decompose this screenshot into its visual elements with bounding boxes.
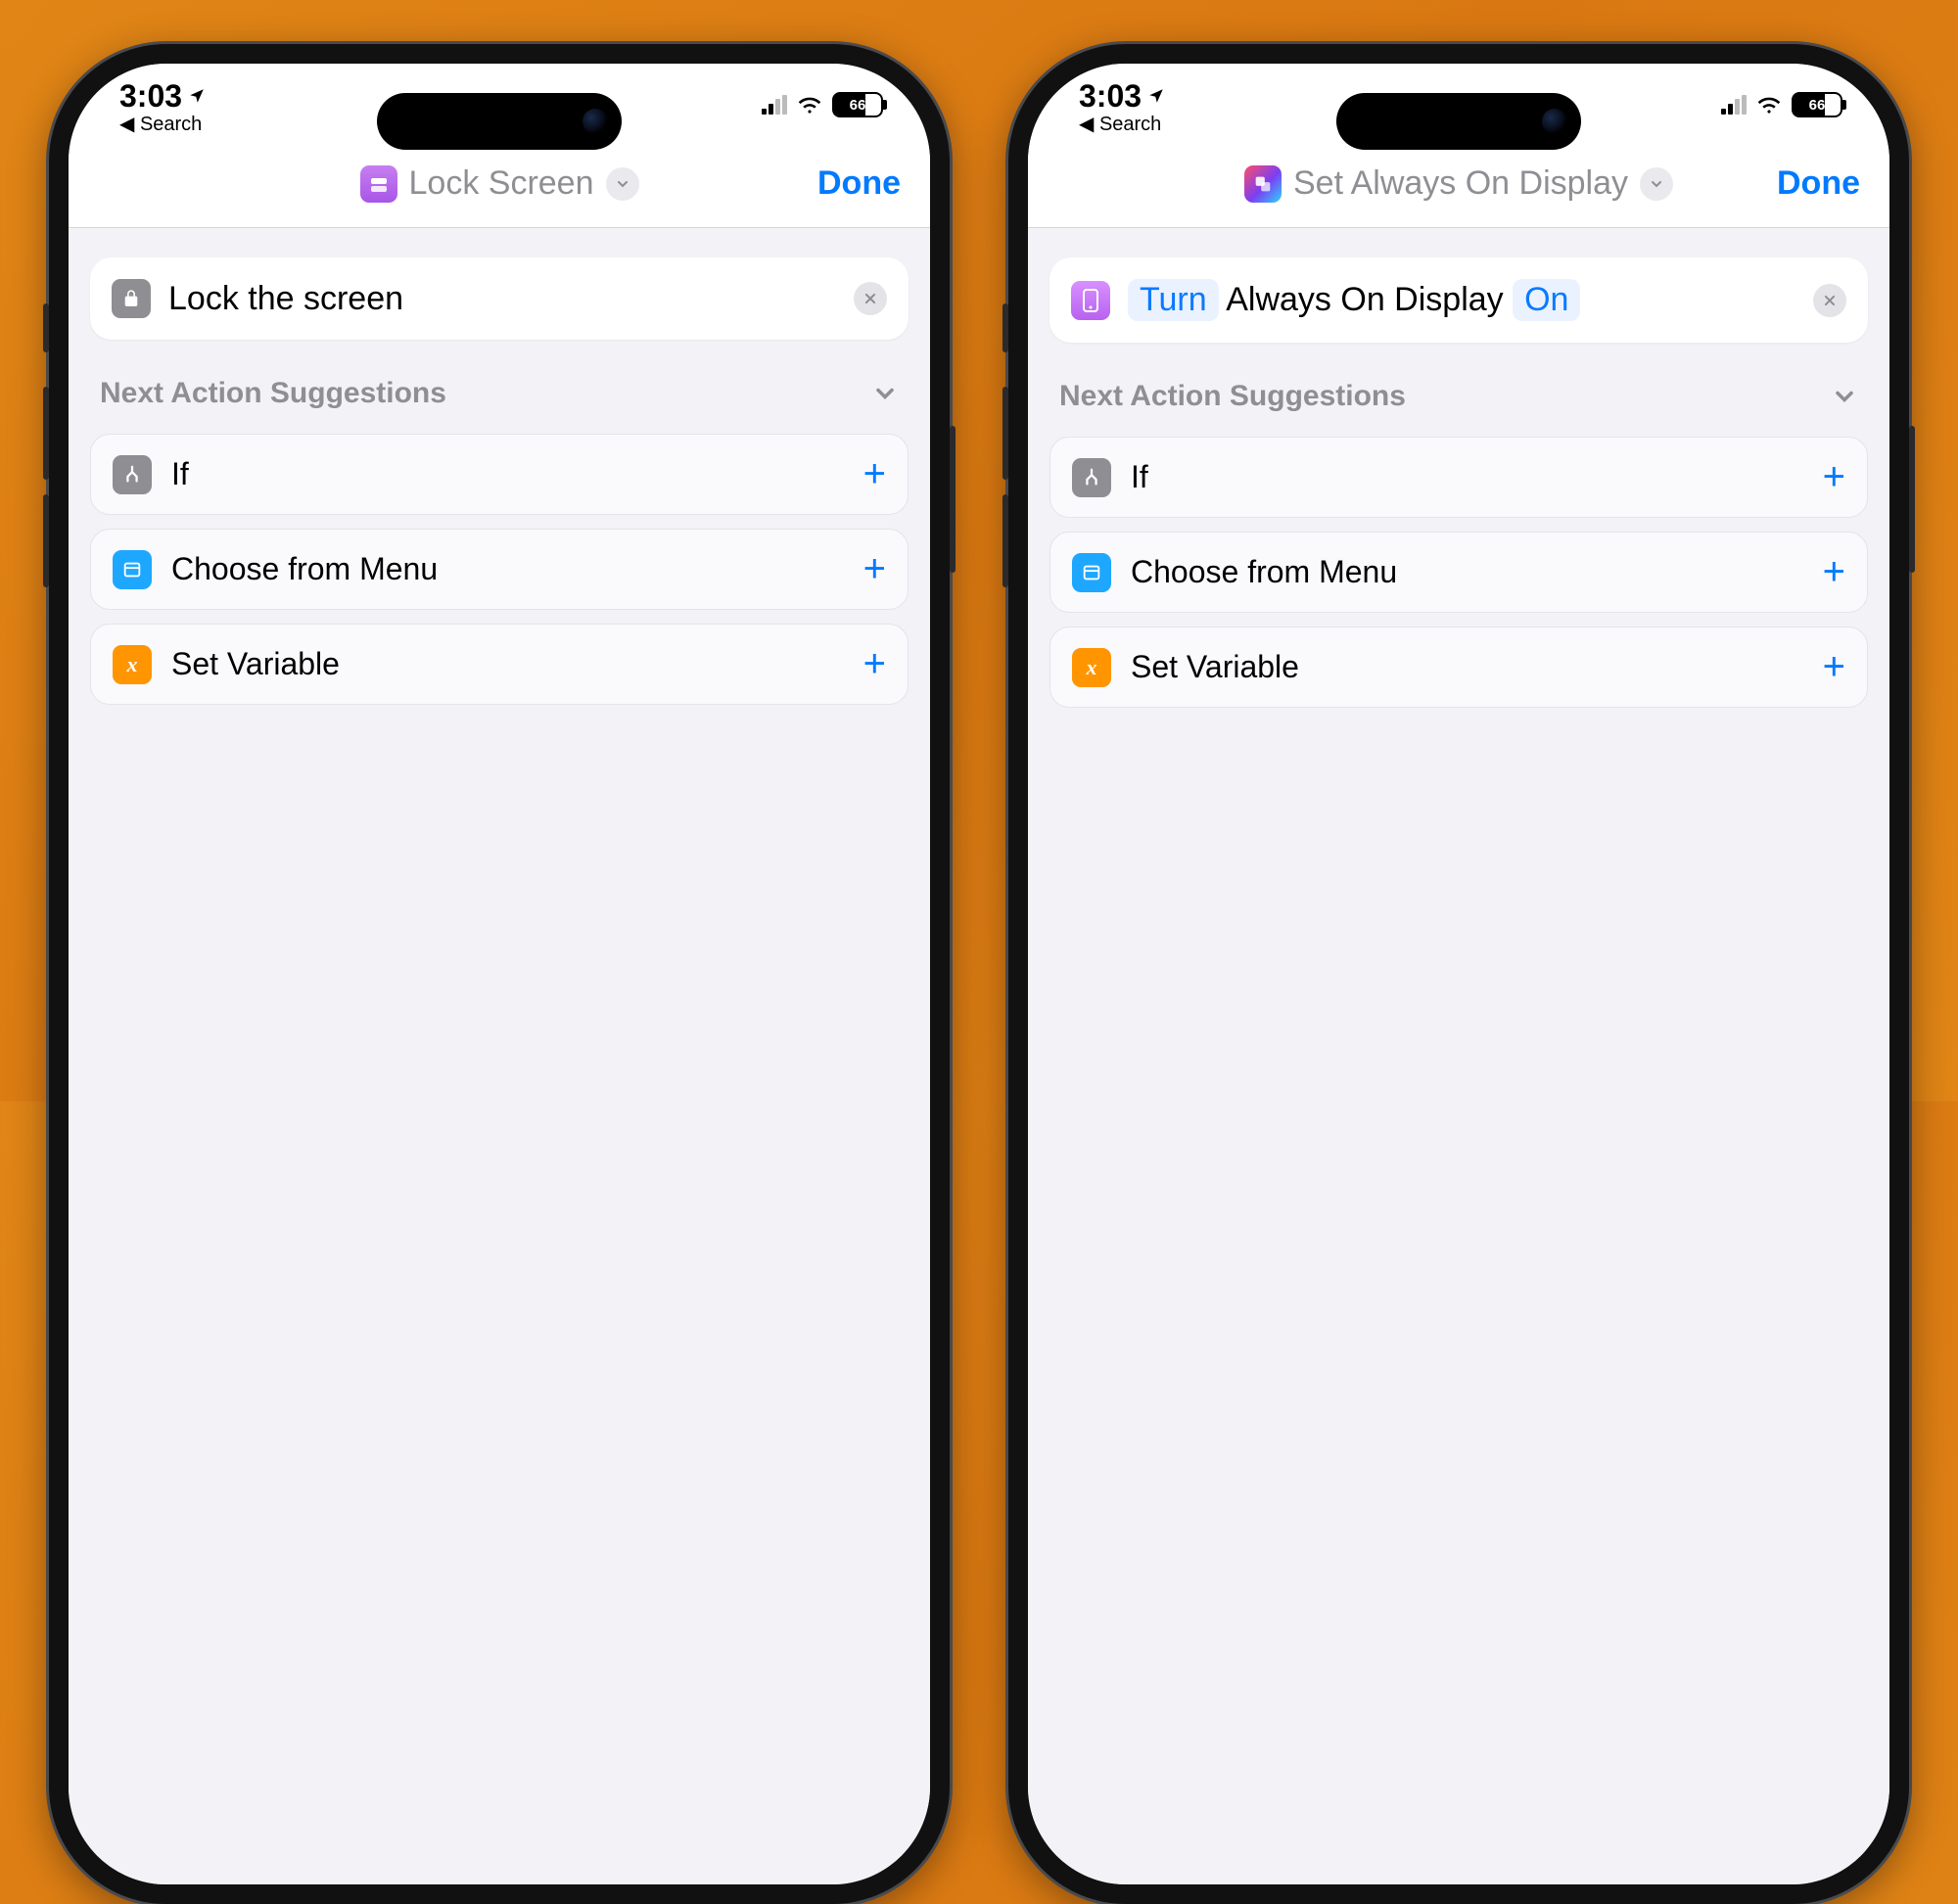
battery-icon: 66 <box>1792 92 1842 117</box>
battery-text: 66 <box>850 97 866 114</box>
suggestion-label: Choose from Menu <box>1131 554 1803 590</box>
add-suggestion-button[interactable]: + <box>1823 645 1845 689</box>
suggestion-label: If <box>171 456 844 492</box>
menu-icon <box>1072 553 1111 592</box>
wifi-icon <box>797 95 822 115</box>
suggestions-header[interactable]: Next Action Suggestions <box>1049 380 1868 413</box>
back-label: Search <box>140 114 202 135</box>
app-header: Lock Screen Done <box>69 140 930 228</box>
volume-down-button[interactable] <box>43 494 49 587</box>
app-header: Set Always On Display Done <box>1028 140 1889 228</box>
location-icon <box>188 87 206 105</box>
silence-switch[interactable] <box>1002 303 1008 352</box>
chevron-down-icon <box>1831 383 1858 410</box>
suggestion-set-variable[interactable]: x Set Variable + <box>90 624 909 705</box>
power-button[interactable] <box>950 426 956 573</box>
close-icon <box>1823 294 1837 307</box>
close-icon <box>863 292 877 305</box>
variable-icon: x <box>1072 648 1111 687</box>
editor-content: Turn Always On Display On Next Action Su… <box>1028 228 1889 1884</box>
suggestion-if[interactable]: If + <box>1049 437 1868 518</box>
param-on[interactable]: On <box>1513 279 1580 321</box>
dynamic-island[interactable] <box>377 93 622 150</box>
phone-left: 3:03 ◀ Search 66 Lock Screen <box>49 44 950 1904</box>
phone-screen: 3:03 ◀ Search 66 Set Always On Display <box>1028 64 1889 1884</box>
suggestion-label: If <box>1131 459 1803 495</box>
power-button[interactable] <box>1909 426 1915 573</box>
chevron-down-icon <box>871 380 899 407</box>
silence-switch[interactable] <box>43 303 49 352</box>
header-title[interactable]: Lock Screen <box>409 164 594 203</box>
variable-icon: x <box>113 645 152 684</box>
battery-text: 66 <box>1809 97 1826 114</box>
done-button[interactable]: Done <box>803 164 901 203</box>
action-card-lock[interactable]: Lock the screen <box>90 257 909 340</box>
cellular-icon <box>762 95 787 115</box>
suggestions-header[interactable]: Next Action Suggestions <box>90 377 909 410</box>
location-icon <box>1147 87 1165 105</box>
header-dropdown-button[interactable] <box>1640 167 1673 201</box>
menu-icon <box>113 550 152 589</box>
volume-down-button[interactable] <box>1002 494 1008 587</box>
volume-up-button[interactable] <box>43 387 49 480</box>
chevron-down-icon <box>1649 176 1664 192</box>
phone-icon <box>1071 281 1110 320</box>
status-time-text: 3:03 <box>1079 78 1142 115</box>
suggestion-label: Set Variable <box>171 646 844 682</box>
suggestion-set-variable[interactable]: x Set Variable + <box>1049 627 1868 708</box>
lock-screen-app-icon <box>360 165 397 203</box>
param-turn[interactable]: Turn <box>1128 279 1219 321</box>
phone-right: 3:03 ◀ Search 66 Set Always On Display <box>1008 44 1909 1904</box>
status-time: 3:03 <box>119 78 206 115</box>
remove-action-button[interactable] <box>854 282 887 315</box>
suggestions-title: Next Action Suggestions <box>100 377 446 410</box>
back-label: Search <box>1099 114 1161 135</box>
action-mid-text: Always On Display <box>1226 281 1503 318</box>
remove-action-button[interactable] <box>1813 284 1846 317</box>
suggestions-title: Next Action Suggestions <box>1059 380 1406 413</box>
shortcuts-app-icon <box>1244 165 1282 203</box>
header-title[interactable]: Set Always On Display <box>1293 164 1628 203</box>
add-suggestion-button[interactable]: + <box>863 452 886 496</box>
add-suggestion-button[interactable]: + <box>1823 550 1845 594</box>
editor-content: Lock the screen Next Action Suggestions … <box>69 228 930 1884</box>
battery-icon: 66 <box>832 92 883 117</box>
lock-icon <box>112 279 151 318</box>
wifi-icon <box>1756 95 1782 115</box>
add-suggestion-button[interactable]: + <box>863 547 886 591</box>
volume-up-button[interactable] <box>1002 387 1008 480</box>
suggestion-label: Choose from Menu <box>171 551 844 587</box>
action-card-aod[interactable]: Turn Always On Display On <box>1049 257 1868 343</box>
status-time: 3:03 <box>1079 78 1165 115</box>
phone-screen: 3:03 ◀ Search 66 Lock Screen <box>69 64 930 1884</box>
header-dropdown-button[interactable] <box>606 167 639 201</box>
status-time-text: 3:03 <box>119 78 182 115</box>
suggestions-list: If + Choose from Menu + x Set Variable + <box>90 434 909 705</box>
action-text: Turn Always On Display On <box>1128 279 1795 321</box>
done-button[interactable]: Done <box>1762 164 1860 203</box>
back-to-search[interactable]: ◀ Search <box>119 112 202 136</box>
cellular-icon <box>1721 95 1747 115</box>
suggestion-if[interactable]: If + <box>90 434 909 515</box>
action-text: Lock the screen <box>168 280 836 318</box>
add-suggestion-button[interactable]: + <box>863 642 886 686</box>
suggestions-list: If + Choose from Menu + x Set Variable + <box>1049 437 1868 708</box>
branch-icon <box>113 455 152 494</box>
back-to-search[interactable]: ◀ Search <box>1079 112 1161 136</box>
suggestion-choose-menu[interactable]: Choose from Menu + <box>90 529 909 610</box>
suggestion-label: Set Variable <box>1131 649 1803 685</box>
dynamic-island[interactable] <box>1336 93 1581 150</box>
branch-icon <box>1072 458 1111 497</box>
suggestion-choose-menu[interactable]: Choose from Menu + <box>1049 532 1868 613</box>
chevron-down-icon <box>615 176 630 192</box>
add-suggestion-button[interactable]: + <box>1823 455 1845 499</box>
